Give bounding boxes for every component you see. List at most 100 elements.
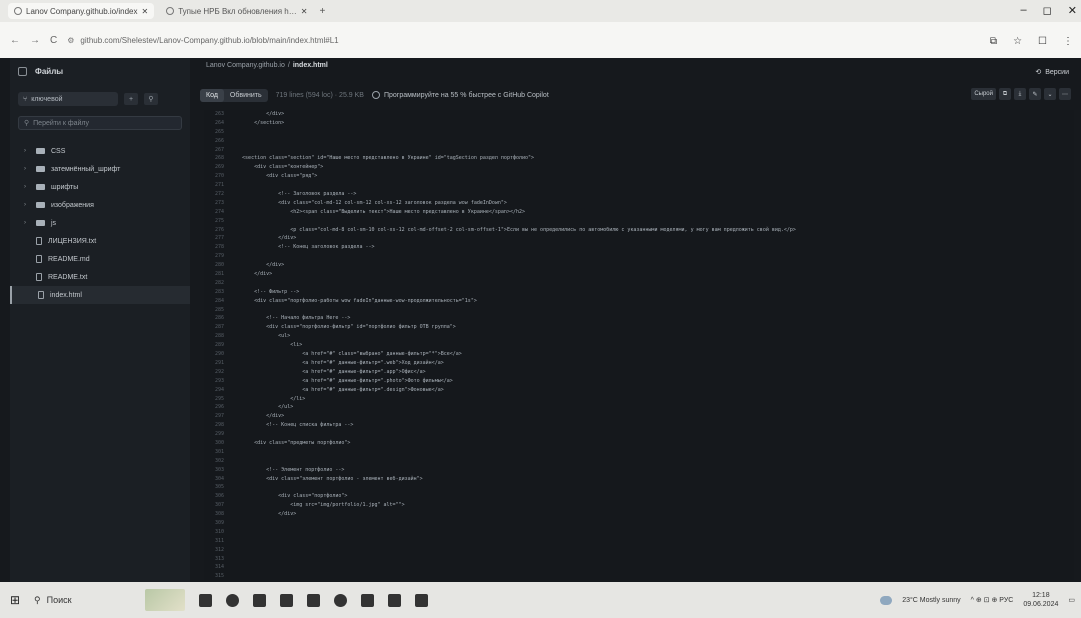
line-number[interactable]: 295 xyxy=(204,395,230,404)
tree-item-images[interactable]: › изображения xyxy=(10,196,190,214)
line-number[interactable]: 278 xyxy=(204,243,230,252)
start-button[interactable]: ⊞ xyxy=(0,593,30,607)
calendar-icon[interactable] xyxy=(280,593,293,607)
forward-button[interactable]: → xyxy=(30,35,40,46)
line-number[interactable]: 289 xyxy=(204,341,230,350)
versions-button[interactable]: ⟲ Версии xyxy=(1035,68,1069,77)
line-number[interactable]: 285 xyxy=(204,306,230,315)
line-number[interactable]: 296 xyxy=(204,403,230,412)
breadcrumb-repo-link[interactable]: Lanov Company.github.io xyxy=(206,62,285,69)
line-number[interactable]: 310 xyxy=(204,528,230,537)
more-icon[interactable]: ⋯ xyxy=(1059,88,1071,100)
app-icon[interactable] xyxy=(415,593,428,607)
tray-icons[interactable]: ^ ⊕ ⊡ ⊕ РУС xyxy=(971,596,1014,604)
chrome-icon[interactable] xyxy=(226,593,239,607)
tree-item-css[interactable]: › CSS xyxy=(10,142,190,160)
maximize-button[interactable]: ◻ xyxy=(1043,4,1052,17)
search-files-button[interactable]: ⚲ xyxy=(144,93,158,105)
line-number[interactable]: 292 xyxy=(204,368,230,377)
line-number[interactable]: 271 xyxy=(204,181,230,190)
line-number[interactable]: 265 xyxy=(204,128,230,137)
line-number[interactable]: 311 xyxy=(204,537,230,546)
line-number[interactable]: 281 xyxy=(204,270,230,279)
mail-icon[interactable] xyxy=(307,593,320,607)
site-info-icon[interactable]: ⚙ xyxy=(67,36,74,45)
line-number[interactable]: 301 xyxy=(204,448,230,457)
clock[interactable]: 12:18 09.06.2024 xyxy=(1023,591,1058,609)
line-number[interactable]: 304 xyxy=(204,475,230,484)
line-number[interactable]: 266 xyxy=(204,137,230,146)
back-button[interactable]: ← xyxy=(10,35,20,46)
task-view-icon[interactable] xyxy=(199,593,212,607)
tab-blame[interactable]: Обвинить xyxy=(224,89,268,102)
copilot-promo[interactable]: Программируйте на 55 % быстрее с GitHub … xyxy=(371,91,549,99)
line-number[interactable]: 298 xyxy=(204,421,230,430)
line-number[interactable]: 263 xyxy=(204,110,230,119)
collapse-sidebar-icon[interactable] xyxy=(18,66,27,76)
line-number[interactable]: 283 xyxy=(204,288,230,297)
line-number[interactable]: 284 xyxy=(204,297,230,306)
weather-text[interactable]: 23°C Mostly sunny xyxy=(902,597,960,604)
line-number[interactable]: 312 xyxy=(204,546,230,555)
line-number[interactable]: 273 xyxy=(204,199,230,208)
line-number[interactable]: 309 xyxy=(204,519,230,528)
line-number[interactable]: 308 xyxy=(204,510,230,519)
line-number[interactable]: 286 xyxy=(204,314,230,323)
tree-item-license[interactable]: ЛИЦЕНЗИЯ.txt xyxy=(10,232,190,250)
line-number[interactable]: 275 xyxy=(204,217,230,226)
line-number[interactable]: 288 xyxy=(204,332,230,341)
line-number[interactable]: 305 xyxy=(204,483,230,492)
copy-icon[interactable]: ⧉ xyxy=(999,88,1011,100)
notifications-icon[interactable]: ▭ xyxy=(1068,596,1075,604)
close-tab-icon[interactable]: ✕ xyxy=(141,7,148,16)
line-number[interactable]: 302 xyxy=(204,457,230,466)
line-number[interactable]: 276 xyxy=(204,226,230,235)
install-app-icon[interactable]: ⧉ xyxy=(990,36,997,47)
line-number[interactable]: 272 xyxy=(204,190,230,199)
tree-item-fonts[interactable]: › шрифты xyxy=(10,178,190,196)
widgets-button[interactable] xyxy=(145,589,185,611)
edit-icon[interactable]: ✎ xyxy=(1029,88,1041,100)
line-number[interactable]: 264 xyxy=(204,119,230,128)
line-number[interactable]: 306 xyxy=(204,492,230,501)
line-number[interactable]: 290 xyxy=(204,350,230,359)
bookmark-star-icon[interactable]: ☆ xyxy=(1013,36,1022,47)
sidebar-icon[interactable]: ☐ xyxy=(1038,36,1047,47)
tab-inactive[interactable]: Тупые НРБ Вкл обновления h… ✕ xyxy=(160,3,313,19)
tree-item-readme-md[interactable]: README.md xyxy=(10,250,190,268)
line-number[interactable]: 299 xyxy=(204,430,230,439)
line-number[interactable]: 297 xyxy=(204,412,230,421)
close-tab-icon[interactable]: ✕ xyxy=(301,7,308,16)
line-number[interactable]: 269 xyxy=(204,163,230,172)
line-number[interactable]: 277 xyxy=(204,234,230,243)
tree-item-dark-font[interactable]: › затемнённый_шрифт xyxy=(10,160,190,178)
go-to-file-input[interactable]: ⚲ Перейти к файлу xyxy=(18,116,182,130)
line-number[interactable]: 307 xyxy=(204,501,230,510)
raw-button[interactable]: Сырой xyxy=(971,88,996,100)
tab-code[interactable]: Код xyxy=(200,88,224,102)
line-number[interactable]: 267 xyxy=(204,146,230,155)
close-window-button[interactable]: ✕ xyxy=(1068,4,1077,17)
line-number[interactable]: 280 xyxy=(204,261,230,270)
taskbar-search[interactable]: ⚲ Поиск xyxy=(30,589,125,611)
photos-icon[interactable] xyxy=(253,593,266,607)
edge-icon[interactable] xyxy=(334,593,347,607)
line-number[interactable]: 291 xyxy=(204,359,230,368)
minimize-button[interactable]: – xyxy=(1021,4,1027,17)
tree-item-readme-txt[interactable]: README.txt xyxy=(10,268,190,286)
line-number[interactable]: 314 xyxy=(204,563,230,572)
branch-select-button[interactable]: ⑂ ключевой xyxy=(18,92,118,106)
line-number[interactable]: 294 xyxy=(204,386,230,395)
reload-button[interactable]: C xyxy=(50,35,57,46)
new-tab-button[interactable]: + xyxy=(319,6,325,17)
tab-active[interactable]: Lanov Company.github.io/index ✕ xyxy=(8,3,155,19)
line-number[interactable]: 293 xyxy=(204,377,230,386)
line-number[interactable]: 313 xyxy=(204,555,230,564)
line-number[interactable]: 274 xyxy=(204,208,230,217)
download-icon[interactable]: ⤓ xyxy=(1014,88,1026,100)
tree-item-js[interactable]: › js xyxy=(10,214,190,232)
line-number[interactable]: 287 xyxy=(204,323,230,332)
tree-item-index-html[interactable]: index.html xyxy=(10,286,190,304)
line-number[interactable]: 315 xyxy=(204,572,230,580)
chevron-down-icon[interactable]: ⌄ xyxy=(1044,88,1056,100)
